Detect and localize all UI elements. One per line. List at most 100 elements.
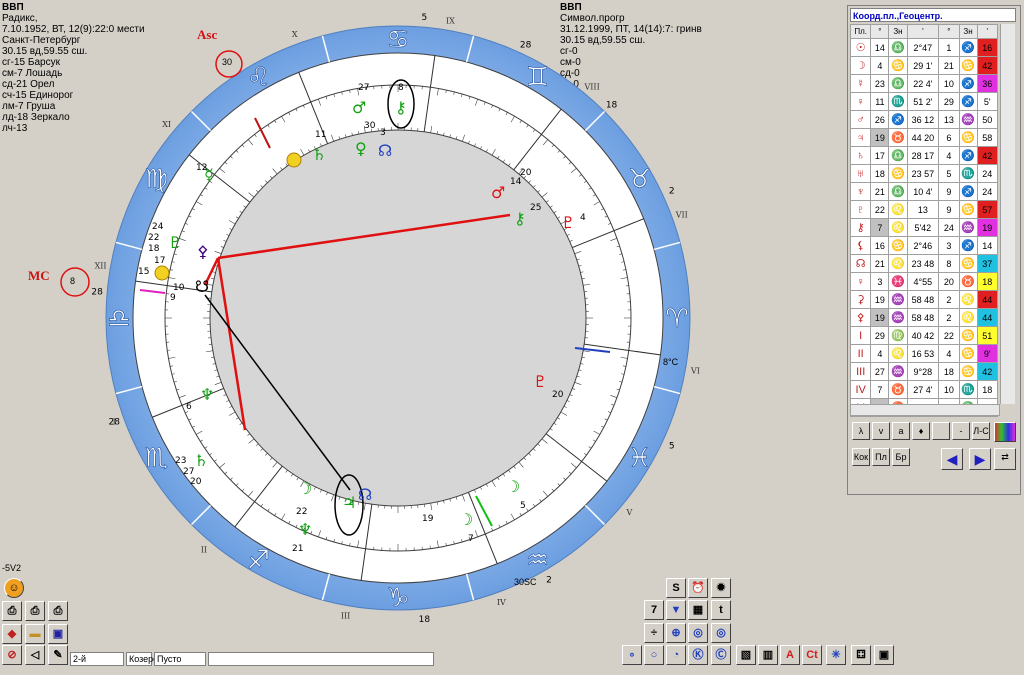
- s-button[interactable]: S: [666, 578, 686, 598]
- table-row[interactable]: IV 7 ♉ 27 4' 10 ♏ 18: [849, 380, 999, 399]
- table-row[interactable]: ♇ 22 ♌ 13 9 ♋ 57: [849, 200, 999, 219]
- table-row[interactable]: ⚸ 16 ♋ 2°46 3 ♐ 14: [849, 236, 999, 255]
- asc-label: Asc: [197, 27, 218, 42]
- panel-button[interactable]: -: [952, 422, 970, 440]
- panel-button[interactable]: λ: [852, 422, 870, 440]
- panel-button[interactable]: Бр: [892, 448, 910, 466]
- seven-button[interactable]: 7: [644, 600, 664, 620]
- moon-glyph-2[interactable]: ☽: [506, 477, 520, 496]
- table-row[interactable]: ☿ 23 ♎ 22 4' 10 ♐ 36: [849, 74, 999, 93]
- next-arrow-button[interactable]: ▶: [969, 448, 991, 470]
- table-row[interactable]: I 29 ♍ 40 42 22 ♋ 51: [849, 326, 999, 345]
- sun-marker[interactable]: [154, 265, 170, 281]
- table-header: Зн: [958, 24, 978, 39]
- chart-icon[interactable]: ◔: [666, 645, 686, 665]
- neptune-glyph-2[interactable]: ♆: [298, 520, 312, 539]
- save-icon[interactable]: ▣: [48, 624, 68, 644]
- neptune-glyph[interactable]: ♆: [200, 385, 214, 404]
- link-icon[interactable]: ∘: [622, 645, 642, 665]
- panel-button[interactable]: Пл: [872, 448, 890, 466]
- print-icon[interactable]: ⎙: [2, 601, 22, 621]
- panel-button[interactable]: Кок: [852, 448, 870, 466]
- calendar-icon[interactable]: ▦: [688, 600, 708, 620]
- tools-icon[interactable]: ✎: [48, 645, 68, 665]
- circle-icon[interactable]: ○: [644, 645, 664, 665]
- planet-table[interactable]: Пл. ° Зн ' ° Зн ' ☉ 14 ♎ 2°47 1 ♐ 16 ☽ 4 ♋ 29 1' 21 ♋ 42 ☿ 23…: [849, 24, 999, 417]
- prev-arrow-button[interactable]: ◀: [941, 448, 963, 470]
- down-icon[interactable]: ▼: [666, 600, 686, 620]
- face-icon[interactable]: ☺: [4, 578, 24, 598]
- chiron-glyph-2[interactable]: ⚴: [197, 242, 209, 261]
- panel-button[interactable]: Л-С: [972, 422, 990, 440]
- panel-horizontal-scrollbar[interactable]: [850, 404, 1000, 416]
- notes-icon[interactable]: ▣: [874, 645, 894, 665]
- mars-glyph-2[interactable]: ♂: [491, 183, 505, 202]
- table-row[interactable]: ♀ 11 ♏ 51 2' 29 ♐ 5': [849, 92, 999, 111]
- venus-glyph[interactable]: ♀: [355, 139, 367, 158]
- aspect-toggle-button[interactable]: ⇄: [994, 448, 1016, 470]
- color-button[interactable]: [994, 422, 1016, 442]
- a-button[interactable]: A: [780, 645, 800, 665]
- panel-button[interactable]: a: [892, 422, 910, 440]
- chiron-glyph[interactable]: ⚷: [514, 209, 526, 228]
- star-icon[interactable]: ✳: [826, 645, 846, 665]
- pluto-glyph[interactable]: ♇: [561, 213, 575, 232]
- moon-node-glyph[interactable]: ☋: [195, 277, 209, 296]
- open-folder-icon[interactable]: ▬: [25, 624, 45, 644]
- node-glyph[interactable]: ☊: [378, 141, 392, 160]
- erase-icon[interactable]: ◆: [2, 624, 22, 644]
- table-row[interactable]: ♀ 3 ♓ 4°55 20 ♉ 18: [849, 272, 999, 291]
- grid-icon[interactable]: ▧: [736, 645, 756, 665]
- dice-icon[interactable]: ⚃: [851, 645, 871, 665]
- mars-glyph[interactable]: ♂: [352, 98, 366, 117]
- node-glyph-2[interactable]: ☊: [358, 485, 372, 504]
- moon-glyph-3[interactable]: ☽: [459, 510, 473, 529]
- target-icon[interactable]: ◎: [688, 623, 708, 643]
- table-icon[interactable]: ▥: [758, 645, 778, 665]
- k-icon[interactable]: Ⓚ: [688, 645, 708, 665]
- table-cell: ♌: [888, 344, 908, 363]
- table-row[interactable]: ☽ 4 ♋ 29 1' 21 ♋ 42: [849, 56, 999, 75]
- sun-marker-2[interactable]: [286, 152, 302, 168]
- table-row[interactable]: ⚴ 19 ♒ 58 48 2 ♌ 44: [849, 308, 999, 327]
- table-row[interactable]: ♅ 18 ♋ 23 57 5 ♏ 24: [849, 164, 999, 183]
- print-setup-icon[interactable]: ⎙: [48, 601, 68, 621]
- jupiter-glyph[interactable]: ♃: [342, 493, 356, 512]
- table-row[interactable]: ☉ 14 ♎ 2°47 1 ♐ 16: [849, 38, 999, 57]
- table-row[interactable]: III 27 ♒ 9°28 18 ♋ 42: [849, 362, 999, 381]
- pluto-glyph-2[interactable]: ♇: [168, 233, 182, 252]
- wheel-icon[interactable]: ⊕: [666, 623, 686, 643]
- table-row[interactable]: ♃ 19 ♉ 44 20 6 ♋ 58: [849, 128, 999, 147]
- alarm-icon[interactable]: ⏰: [688, 578, 708, 598]
- planet-coordinates-panel: Коорд.пл.,Геоцентр. Пл. ° Зн ' ° Зн ' ☉ 14 ♎ 2°47…: [847, 5, 1021, 495]
- print-preview-icon[interactable]: ⎙: [25, 601, 45, 621]
- c-icon[interactable]: Ⓒ: [711, 645, 731, 665]
- table-row[interactable]: ⚷ 7 ♌ 5'42 24 ♒ 19: [849, 218, 999, 237]
- panel-vertical-scrollbar[interactable]: [1000, 24, 1015, 404]
- sun-icon[interactable]: ✹: [711, 578, 731, 598]
- t-button[interactable]: t: [711, 600, 731, 620]
- moon-glyph[interactable]: ☽: [298, 479, 312, 498]
- saturn-glyph-2[interactable]: ♄: [194, 451, 208, 470]
- sound-icon[interactable]: ◁: [25, 645, 45, 665]
- uranus-glyph[interactable]: ⚷: [395, 98, 407, 117]
- stop-icon[interactable]: ⊘: [2, 645, 22, 665]
- saturn-glyph[interactable]: ♄: [312, 145, 326, 164]
- table-cell: 17: [870, 146, 890, 165]
- table-row[interactable]: ♂ 26 ♐ 36 12 13 ♒ 50: [849, 110, 999, 129]
- panel-button[interactable]: ♦: [912, 422, 930, 440]
- pluto-glyph-3[interactable]: ♇: [533, 372, 547, 391]
- target-icon-2[interactable]: ◎: [711, 623, 731, 643]
- table-row[interactable]: ♆ 21 ♎ 10 4' 9 ♐ 24: [849, 182, 999, 201]
- panel-button[interactable]: v: [872, 422, 890, 440]
- panel-button[interactable]: [932, 422, 950, 440]
- fraction-icon[interactable]: ÷: [644, 623, 664, 643]
- table-row[interactable]: ⚳ 19 ♒ 58 48 2 ♌ 44: [849, 290, 999, 309]
- table-cell: ⚷: [849, 218, 872, 237]
- table-row[interactable]: ♄ 17 ♎ 28 17 4 ♐ 42: [849, 146, 999, 165]
- ct-button[interactable]: Ct: [802, 645, 822, 665]
- table-row[interactable]: ☊ 21 ♌ 23 48 8 ♋ 37: [849, 254, 999, 273]
- table-row[interactable]: II 4 ♌ 16 53 4 ♋ 9': [849, 344, 999, 363]
- table-cell: ☽: [849, 56, 872, 75]
- natal-chart-wheel[interactable]: ♈♉♊♋♌♍♎♏♐♑♒♓ IIIIIIIVVVIVIIVIIIIXXXIXII …: [0, 0, 845, 650]
